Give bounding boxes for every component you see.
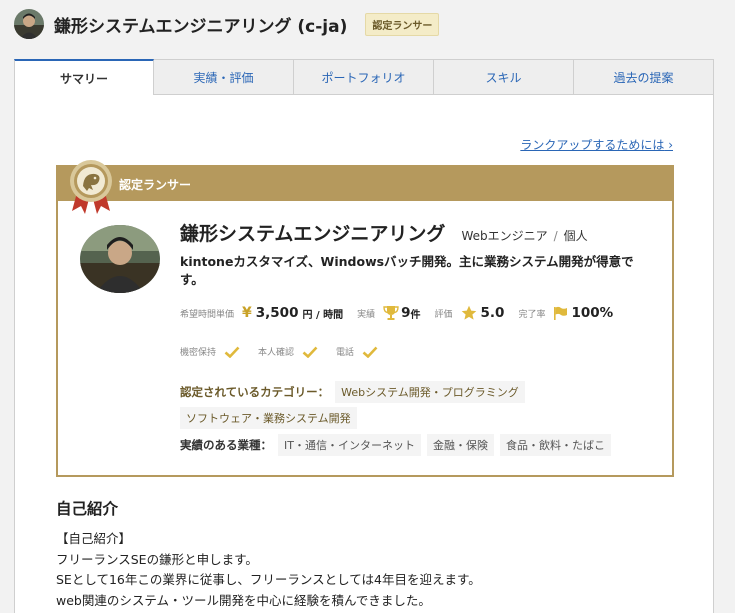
summary-panel: ランクアップするためには › 認定ランサー 鎌形システムエンジニアリング Web…	[14, 95, 714, 613]
completion-value: 100%	[571, 305, 614, 321]
verification-identity-label: 本人確認	[258, 348, 295, 358]
intro-line: web関連のシステム・ツール開発を中心に経験を積んできました。	[56, 592, 431, 608]
industries: 実績のある業種： IT・通信・インターネット 金融・保険 食品・飲料・たばこ	[180, 432, 617, 458]
stats-row: 希望時間単価 ¥ 3,500 円 / 時間 実績 9 件 評価 5.0 完了率 …	[180, 305, 613, 321]
tab-skills[interactable]: スキル	[434, 59, 574, 95]
profile-name-row: 鎌形システムエンジニアリング Webエンジニア / 個人	[180, 219, 588, 246]
medal-icon	[68, 159, 114, 215]
separator: /	[553, 229, 558, 243]
tab-portfolio[interactable]: ポートフォリオ	[294, 59, 434, 95]
rating-label: 評価	[434, 309, 453, 320]
card-header: 認定ランサー	[58, 167, 672, 201]
tab-past-proposals[interactable]: 過去の提案	[574, 59, 714, 95]
rating-value: 5.0	[480, 305, 505, 321]
jobs-value: 9	[401, 305, 411, 321]
catchphrase: kintoneカスタマイズ、Windowsバッチ開発。主に業務システム開発が得意…	[180, 254, 634, 287]
chevron-right-icon: ›	[664, 138, 673, 152]
intro-line: フリーランスSEの鎌形と申します。	[56, 551, 258, 567]
verification-row: 機密保持 本人確認 電話	[180, 345, 378, 358]
profile-header: 鎌形システムエンジニアリング (c-ja) 認定ランサー	[0, 0, 735, 48]
check-icon	[302, 346, 318, 358]
profile-tabs: サマリー 実績・評価 ポートフォリオ スキル 過去の提案	[14, 59, 714, 95]
intro-line: 【自己紹介】	[56, 531, 132, 546]
category-tag[interactable]: Webシステム開発・プログラミング	[335, 381, 525, 403]
category-tag[interactable]: ソフトウェア・業務システム開発	[180, 407, 357, 429]
account-type: 個人	[563, 229, 588, 243]
industries-label: 実績のある業種：	[180, 438, 272, 452]
check-icon	[224, 346, 240, 358]
star-icon	[461, 305, 477, 321]
completion-label: 完了率	[518, 309, 546, 320]
industry-tag[interactable]: 食品・飲料・たばこ	[499, 434, 611, 456]
jobs-label: 実績	[357, 309, 376, 320]
rankup-link-label: ランクアップするためには	[520, 138, 665, 152]
job-title: Webエンジニア	[461, 229, 548, 243]
rate-label: 希望時間単価	[180, 309, 235, 320]
categories-label: 認定されているカテゴリー：	[180, 385, 330, 399]
profile-name[interactable]: 鎌形システムエンジニアリング	[180, 219, 445, 246]
profile-avatar[interactable]	[80, 225, 160, 293]
verification-nda-label: 機密保持	[180, 348, 217, 358]
verification-phone-label: 電話	[336, 348, 355, 358]
yen-icon: ¥	[242, 305, 252, 321]
rate-value: 3,500	[255, 305, 299, 321]
certified-badge: 認定ランサー	[365, 12, 440, 36]
rate-unit: 円 / 時間	[302, 309, 344, 321]
page-title: 鎌形システムエンジニアリング (c-ja)	[54, 16, 348, 37]
trophy-icon	[383, 305, 399, 321]
flag-icon	[553, 306, 568, 321]
intro-text: 【自己紹介】 フリーランスSEの鎌形と申します。 SEとして16年この業界に従事…	[56, 529, 481, 611]
check-icon	[362, 346, 378, 358]
intro-line: SEとして16年この業界に従事し、フリーランスとしては4年目を迎えます。	[56, 572, 481, 587]
tab-achievements[interactable]: 実績・評価	[154, 59, 294, 95]
avatar[interactable]	[14, 9, 44, 39]
industry-tag[interactable]: IT・通信・インターネット	[278, 434, 421, 456]
industry-tag[interactable]: 金融・保険	[426, 434, 494, 456]
certified-categories: 認定されているカテゴリー： Webシステム開発・プログラミング ソフトウェア・業…	[180, 379, 650, 431]
certified-lancer-card: 認定ランサー 鎌形システムエンジニアリング Webエンジニア / 個人 kint…	[56, 160, 674, 477]
intro-heading: 自己紹介	[56, 500, 119, 518]
tab-summary[interactable]: サマリー	[14, 59, 154, 95]
rankup-link[interactable]: ランクアップするためには ›	[520, 136, 673, 153]
jobs-unit: 件	[410, 309, 421, 321]
